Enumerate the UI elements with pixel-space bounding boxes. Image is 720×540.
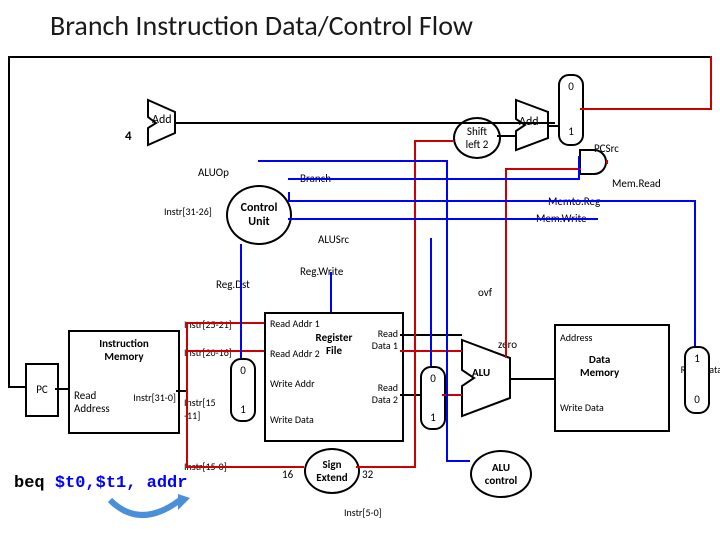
mux-mtr-0: 0 xyxy=(686,393,708,406)
alusrc-mux: 0 1 xyxy=(420,366,446,430)
r-mux-alu xyxy=(442,394,462,396)
b-branch xyxy=(288,178,578,180)
r-instr-vert xyxy=(186,322,188,468)
w-pc4-addr xyxy=(175,122,555,124)
r-se-out xyxy=(356,466,416,468)
alu-label: ALU xyxy=(472,366,490,379)
b-memtoreg xyxy=(288,200,694,202)
r-mux-top xyxy=(580,108,710,110)
r-se-up xyxy=(414,140,416,468)
mux-regdst-0: 0 xyxy=(232,364,254,377)
instr-15-11: Instr[15 -11] xyxy=(184,396,216,422)
beq-code: beq $t0,$t1, addr xyxy=(14,474,187,493)
r-and-out xyxy=(606,160,608,164)
b-aluop-ac xyxy=(446,460,470,462)
instr-31-26: Instr[31-26] xyxy=(164,205,212,218)
b-aluop xyxy=(258,160,448,162)
se-32: 32 xyxy=(362,468,373,481)
b-branch-and xyxy=(578,156,580,180)
add1-label: Add xyxy=(152,113,172,127)
b-aluop-down xyxy=(446,160,448,460)
beq-op: beq xyxy=(14,474,55,493)
regdst-label: Reg.Dst xyxy=(216,278,250,291)
r-zero xyxy=(505,344,507,358)
r-feedback-r xyxy=(710,56,712,110)
instr-5-0: Instr[5-0] xyxy=(344,506,382,519)
r-to-ra2 xyxy=(186,350,264,352)
mux-alusrc-0: 0 xyxy=(422,372,444,385)
const-four: 4 xyxy=(125,129,132,144)
control-unit: Control Unit xyxy=(226,185,292,245)
mux-alusrc-1: 1 xyxy=(422,411,444,424)
rf-ra1: Read Addr 1 xyxy=(270,318,320,330)
regdst-mux: 0 1 xyxy=(230,358,256,422)
w-rd2-mux xyxy=(400,394,420,396)
register-file: Read Addr 1 Read Addr 2 Write Addr Write… xyxy=(264,312,404,442)
alusrc-label: ALUSrc xyxy=(318,233,349,246)
mux-regdst-1: 1 xyxy=(232,403,254,416)
beq-arrow-curve xyxy=(110,500,180,515)
regwrite-label: Reg.Write xyxy=(300,265,343,278)
pcsrc-label: PCSrc xyxy=(594,142,619,155)
dm-title: Data Memory xyxy=(580,354,619,379)
w-alu-dm xyxy=(510,378,554,380)
dm-addr: Address xyxy=(560,332,592,344)
rf-wd: Write Data xyxy=(270,414,314,426)
instr-25-21: Instr[25-21] xyxy=(184,318,232,331)
b-memwrite xyxy=(288,218,598,220)
zero-label: zero xyxy=(498,338,517,351)
r-zero-up xyxy=(505,168,507,346)
r-to-sl2 xyxy=(414,140,454,142)
pcsrc-mux: 0 1 xyxy=(558,74,584,146)
w1 xyxy=(176,390,186,392)
alu-control: ALU control xyxy=(470,450,532,498)
b-alusrc-down xyxy=(430,238,432,366)
aluop-label: ALUOp xyxy=(198,166,229,179)
dm-wd: Write Data xyxy=(560,402,604,414)
memtoreg-mux: 1 0 xyxy=(684,346,710,414)
rf-wa: Write Addr xyxy=(270,378,315,390)
mux-pc-1: 1 xyxy=(560,125,582,138)
mux-pc-0: 0 xyxy=(560,80,582,93)
b-regdst-down xyxy=(240,244,242,358)
beq-args: $t0,$t1, addr xyxy=(55,474,188,493)
rf-rd1: Read Data 1 xyxy=(372,328,398,351)
sign-extend: Sign Extend xyxy=(304,448,360,494)
ovf-label: ovf xyxy=(478,286,492,299)
se-16: 16 xyxy=(282,468,293,481)
memread-label: Mem.Read xyxy=(612,177,661,190)
b-mtr-down xyxy=(694,200,696,346)
r-to-se xyxy=(186,466,304,468)
w-add2-mux xyxy=(548,125,558,127)
data-memory: Address Data Memory Write Data Read Data xyxy=(554,324,670,432)
instr-20-16: Instr[20-16] xyxy=(184,346,232,359)
mux-mtr-1: 1 xyxy=(686,352,708,365)
r-to-ra1 xyxy=(186,322,264,324)
r-zero-and xyxy=(505,168,581,170)
rf-title: Register File xyxy=(304,332,364,357)
rf-rd2: Read Data 2 xyxy=(372,382,398,405)
b-regwrite-down xyxy=(330,272,332,312)
w-sl2-add xyxy=(497,135,516,137)
